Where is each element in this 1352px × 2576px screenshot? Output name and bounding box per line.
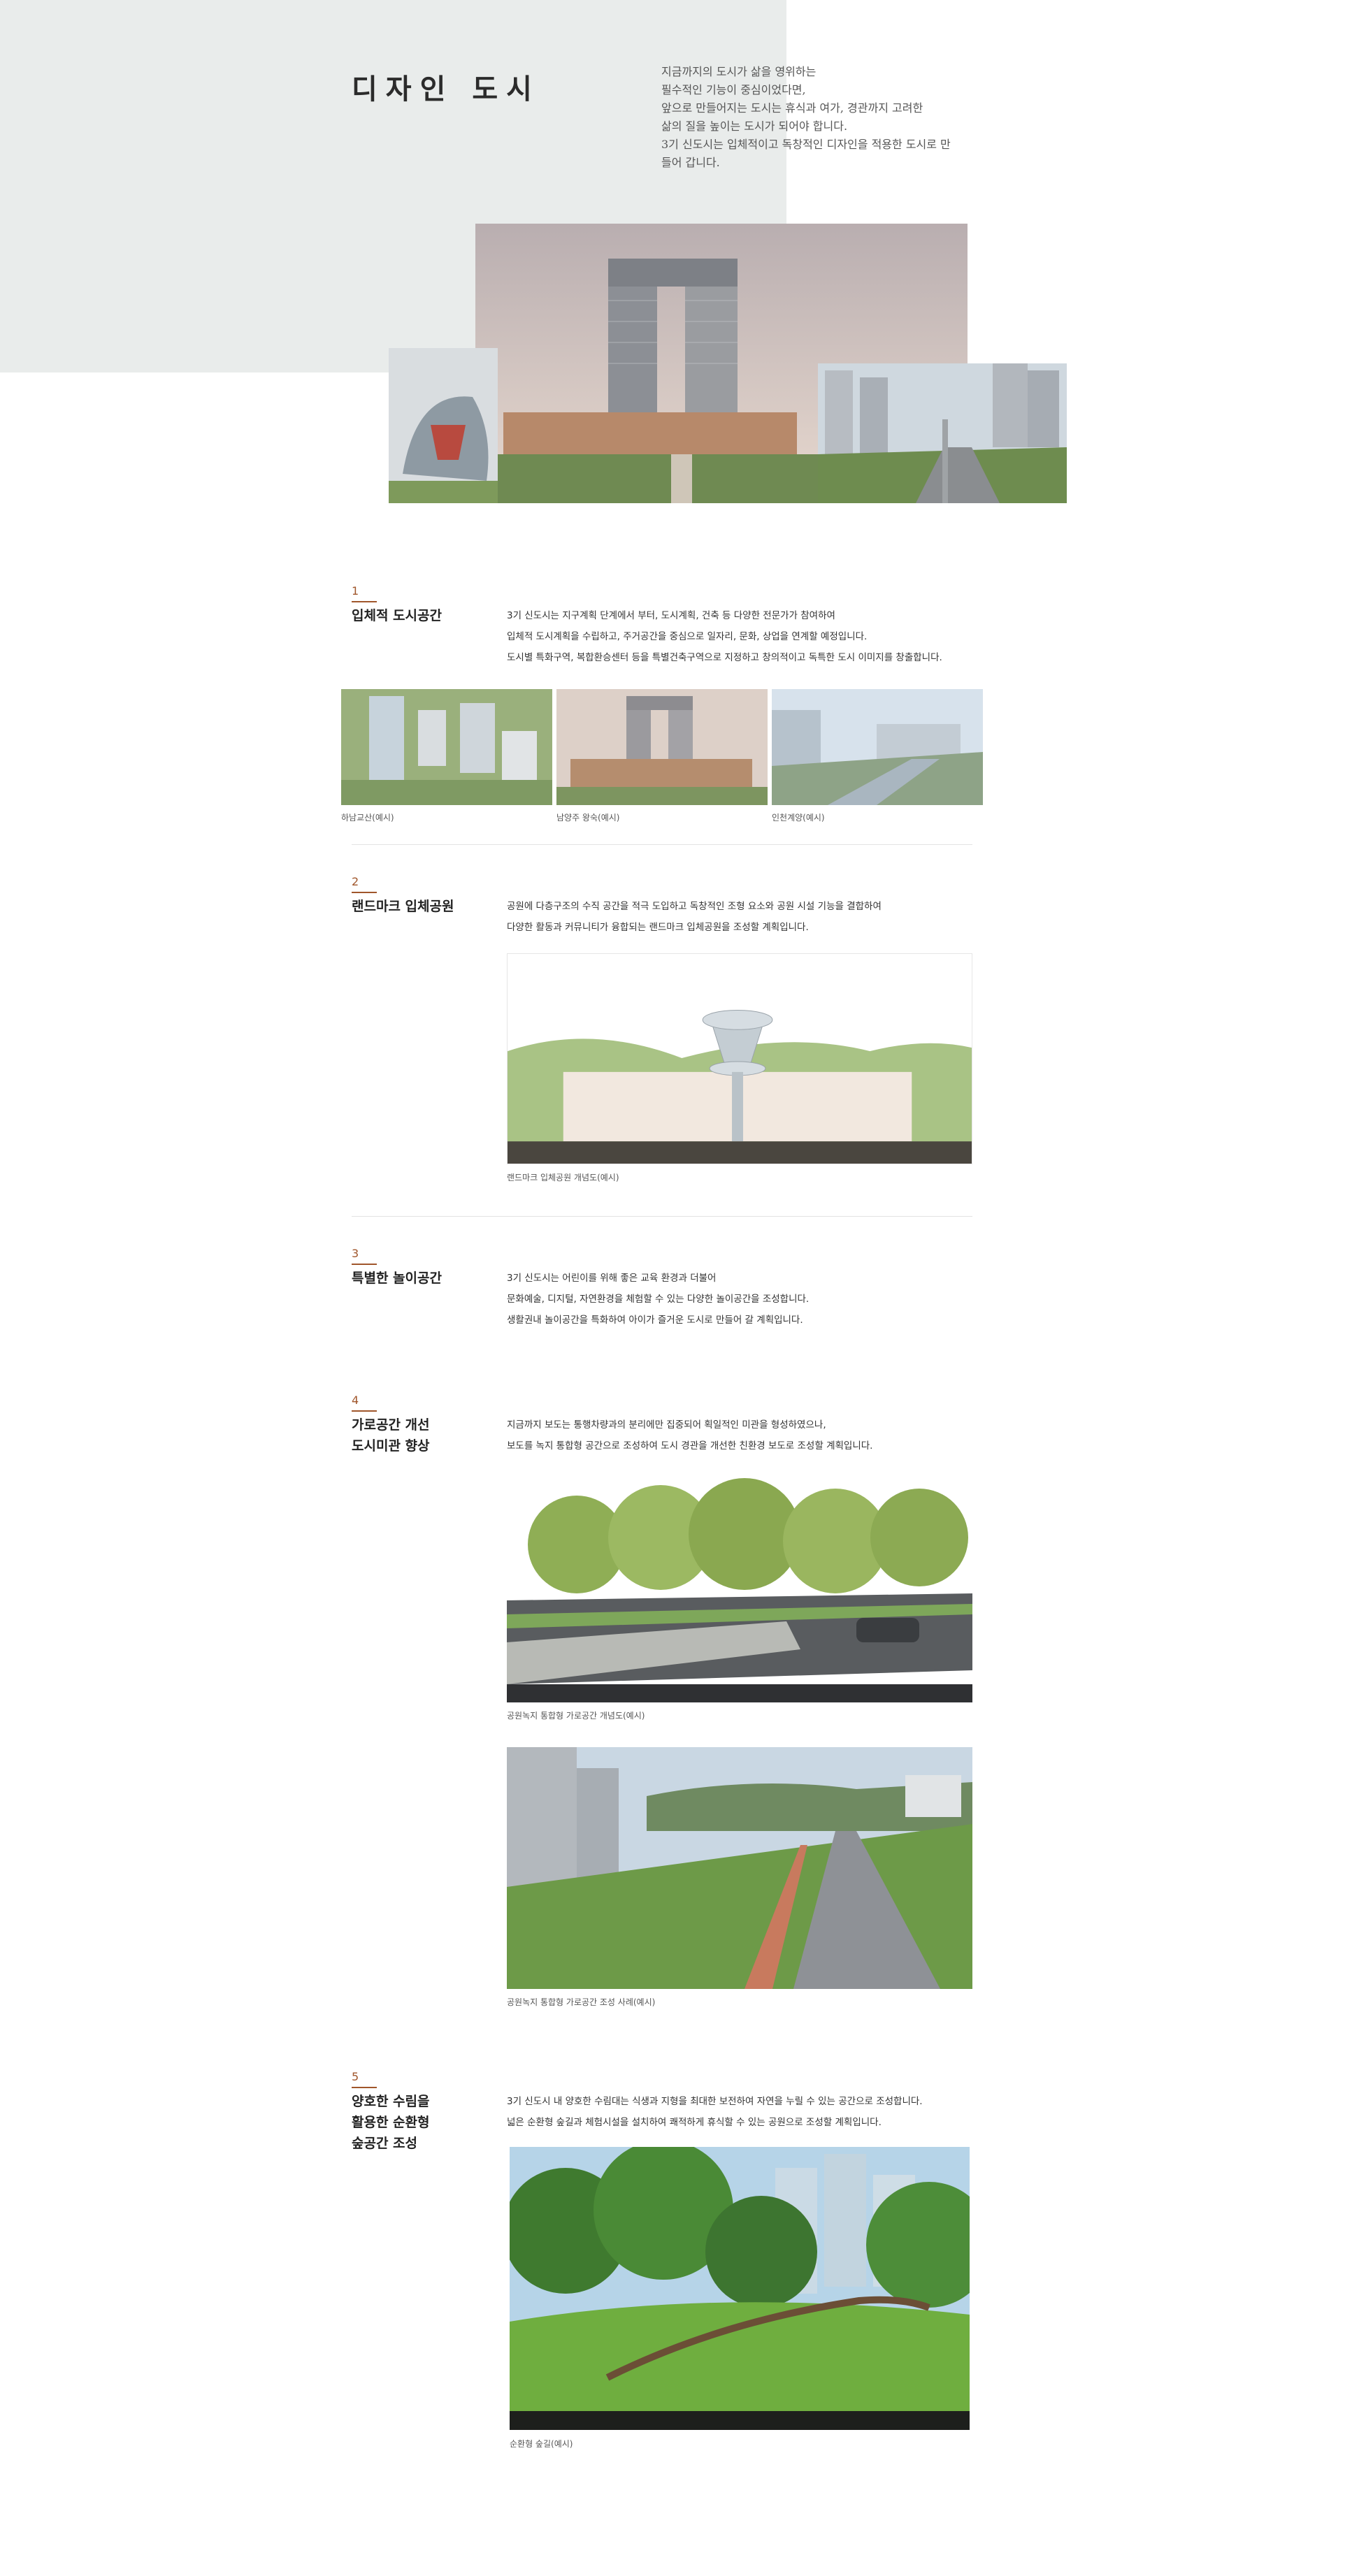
desc-line: 공원에 다층구조의 수직 공간을 적극 도입하고 독창적인 조형 요소와 공원 … xyxy=(507,901,882,912)
desc-line: 입체적 도시계획을 수립하고, 주거공간을 중심으로 일자리, 문화, 상업을 … xyxy=(507,631,868,642)
title-line: 활용한 순환형 xyxy=(352,2115,430,2130)
desc-line: 문화예술, 디지털, 자연환경을 체험할 수 있는 다양한 놀이공간을 조성합니… xyxy=(507,1294,810,1305)
caption-namyangju: 남양주 왕숙(예시) xyxy=(556,813,620,823)
intro-line: 앞으로 만들어지는 도시는 휴식과 여가, 경관까지 고려한 xyxy=(661,101,923,115)
section-5-title: 양호한 수림을 활용한 순환형 숲공간 조성 xyxy=(352,2091,430,2154)
section-1-image-namyangju xyxy=(556,689,768,805)
title-line: 가로공간 개선 xyxy=(352,1417,430,1433)
section-divider xyxy=(352,1216,972,1217)
section-1-image-hanam xyxy=(341,689,552,805)
section-1-title: 입체적 도시공간 xyxy=(352,605,442,626)
desc-line: 지금까지 보도는 통행차량과의 분리에만 집중되어 획일적인 미관을 형성하였으… xyxy=(507,1419,826,1431)
intro-line: 삶의 질을 높이는 도시가 되어야 합니다. xyxy=(661,120,848,133)
section-3-description: 3기 신도시는 어린이를 위해 좋은 교육 환경과 더불어 문화예술, 디지털,… xyxy=(507,1268,809,1331)
section-divider xyxy=(352,844,972,845)
desc-line: 다양한 활동과 커뮤니티가 융합되는 랜드마크 입체공원을 조성할 계획입니다. xyxy=(507,922,809,933)
section-2-image-park-diagram xyxy=(507,953,972,1164)
page-title: 디자인 도시 xyxy=(352,73,540,106)
caption-hanam: 하남교산(예시) xyxy=(341,813,394,823)
caption-incheon: 인천계양(예시) xyxy=(772,813,825,823)
desc-line: 3기 신도시 내 양호한 수림대는 식생과 지형을 최대한 보전하여 자연을 누… xyxy=(507,2096,923,2107)
title-line: 양호한 수림을 xyxy=(352,2094,430,2109)
section-5-number: 5 xyxy=(352,2070,377,2088)
section-5-image-forest-path xyxy=(510,2147,970,2430)
title-line: 특별한 놀이공간 xyxy=(352,1271,442,1286)
desc-line: 도시별 특화구역, 복합환승센터 등을 특별건축구역으로 지정하고 창의적이고 … xyxy=(507,652,942,663)
hero-left-image xyxy=(389,348,498,503)
title-line: 입체적 도시공간 xyxy=(352,608,442,623)
desc-line: 생활권내 놀이공간을 특화하여 아이가 즐거운 도시로 만들어 갈 계획입니다. xyxy=(507,1315,803,1326)
caption-street-concept: 공원녹지 통합형 가로공간 개념도(예시) xyxy=(507,1711,645,1721)
desc-line: 3기 신도시는 어린이를 위해 좋은 교육 환경과 더불어 xyxy=(507,1273,717,1284)
caption-street-case: 공원녹지 통합형 가로공간 조성 사례(예시) xyxy=(507,1997,656,2007)
hero-right-image xyxy=(818,363,1067,503)
title-line: 도시미관 향상 xyxy=(352,1438,430,1454)
section-4-title: 가로공간 개선 도시미관 향상 xyxy=(352,1414,430,1456)
caption-forest-path: 순환형 숲길(예시) xyxy=(510,2439,573,2449)
desc-line: 보도를 녹지 통합형 공간으로 조성하여 도시 경관을 개선한 친환경 보도로 … xyxy=(507,1440,873,1452)
section-3-number: 3 xyxy=(352,1247,377,1265)
intro-line: 지금까지의 도시가 삶을 영위하는 xyxy=(661,65,817,78)
intro-line: 필수적인 기능이 중심이었다면, xyxy=(661,83,806,96)
title-line: 숲공간 조성 xyxy=(352,2136,418,2151)
intro-line: 3기 신도시는 입체적이고 독창적인 디자인을 적용한 도시로 만 xyxy=(661,138,951,151)
desc-line: 3기 신도시는 지구계획 단계에서 부터, 도시계획, 건축 등 다양한 전문가… xyxy=(507,610,835,621)
section-2-description: 공원에 다층구조의 수직 공간을 적극 도입하고 독창적인 조형 요소와 공원 … xyxy=(507,896,882,938)
section-1-number: 1 xyxy=(352,584,377,602)
desc-line: 넓은 순환형 숲길과 체험시설을 설치하여 쾌적하게 휴식할 수 있는 공원으로… xyxy=(507,2117,882,2128)
section-1-description: 3기 신도시는 지구계획 단계에서 부터, 도시계획, 건축 등 다양한 전문가… xyxy=(507,605,942,668)
section-5-description: 3기 신도시 내 양호한 수림대는 식생과 지형을 최대한 보전하여 자연을 누… xyxy=(507,2091,923,2133)
section-4-description: 지금까지 보도는 통행차량과의 분리에만 집중되어 획일적인 미관을 형성하였으… xyxy=(507,1414,872,1456)
section-4-image-street-case xyxy=(507,1747,972,1989)
section-4-image-street-concept xyxy=(507,1461,972,1702)
title-line: 랜드마크 입체공원 xyxy=(352,899,454,914)
section-4-number: 4 xyxy=(352,1394,377,1412)
caption-park-diagram: 랜드마크 입체공원 개념도(예시) xyxy=(507,1173,619,1182)
section-2-number: 2 xyxy=(352,875,377,893)
section-3-title: 특별한 놀이공간 xyxy=(352,1268,442,1289)
section-2-title: 랜드마크 입체공원 xyxy=(352,896,454,917)
section-1-image-incheon xyxy=(772,689,983,805)
hero-intro: 지금까지의 도시가 삶을 영위하는 필수적인 기능이 중심이었다면, 앞으로 만… xyxy=(661,63,976,172)
intro-line: 들어 갑니다. xyxy=(661,156,720,169)
